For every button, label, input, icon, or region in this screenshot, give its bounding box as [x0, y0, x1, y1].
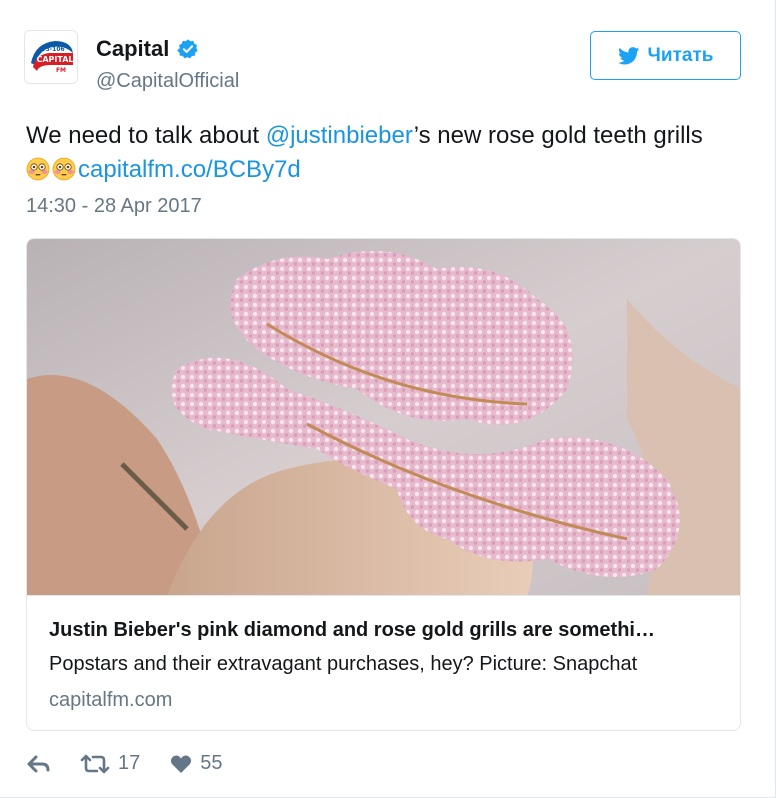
display-name[interactable]: Capital — [96, 36, 199, 62]
link-preview-card[interactable]: Justin Bieber's pink diamond and rose go… — [26, 238, 741, 731]
svg-text:95-106: 95-106 — [41, 46, 64, 53]
card-domain: capitalfm.com — [49, 689, 173, 711]
card-title[interactable]: Justin Bieber's pink diamond and rose go… — [49, 619, 719, 642]
card-image — [27, 239, 740, 596]
flushed-face-emoji — [52, 157, 76, 181]
follow-button[interactable]: Читать — [590, 31, 741, 80]
user-handle[interactable]: @CapitalOfficial — [96, 70, 239, 93]
like-count: 55 — [200, 752, 223, 774]
retweet-count: 17 — [118, 752, 141, 774]
tweet-card: 95-106 CAPITAL FM Capital @CapitalOffici… — [0, 0, 776, 798]
avatar[interactable]: 95-106 CAPITAL FM — [24, 30, 78, 84]
svg-text:FM: FM — [56, 67, 66, 74]
reply-icon — [26, 754, 52, 774]
like-button[interactable]: 55 — [170, 752, 223, 775]
reply-button[interactable] — [26, 754, 52, 774]
tweet-text: We need to talk about @justinbieber’s ne… — [26, 119, 746, 187]
heart-icon — [170, 754, 192, 774]
tweet-text-start: We need to talk about — [26, 122, 266, 149]
tweet-url-link[interactable]: capitalfm.co/BCBy7d — [78, 156, 301, 183]
twitter-bird-icon — [617, 46, 640, 65]
svg-text:CAPITAL: CAPITAL — [36, 55, 73, 64]
follow-button-label: Читать — [647, 44, 714, 66]
card-description: Popstars and their extravagant purchases… — [49, 653, 638, 675]
capital-fm-logo: 95-106 CAPITAL FM — [25, 31, 77, 83]
tweet-text-end: ’s new rose gold teeth grills — [413, 122, 703, 149]
tweet-timestamp[interactable]: 14:30 - 28 Apr 2017 — [26, 195, 202, 218]
verified-badge-icon — [177, 38, 199, 60]
display-name-text[interactable]: Capital — [96, 36, 169, 62]
flushed-face-emoji — [26, 157, 50, 181]
mention-link[interactable]: @justinbieber — [266, 122, 414, 149]
tweet-actions: 17 55 — [26, 752, 223, 775]
retweet-icon — [80, 754, 110, 774]
retweet-button[interactable]: 17 — [80, 752, 140, 775]
